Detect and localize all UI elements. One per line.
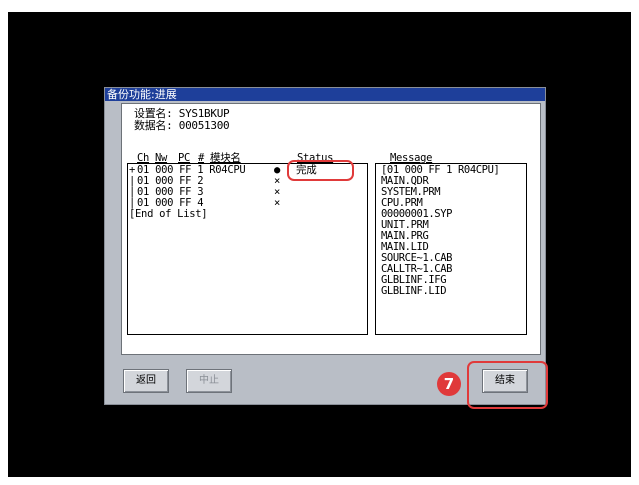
backup-progress-dialog: 备份功能:进展 设置名: SYS1BKUP 数据名: 00051300 Ch N… xyxy=(104,87,546,405)
return-button[interactable]: 返回 xyxy=(123,369,169,393)
data-name-row: 数据名: 00051300 xyxy=(134,119,230,132)
step-number-badge: 7 xyxy=(437,372,461,396)
end-of-list-text: [End of List] xyxy=(129,208,208,220)
data-name-label: 数据名: xyxy=(134,119,173,132)
status-pending-icon: × xyxy=(273,197,281,209)
data-name-value: 00051300 xyxy=(178,119,230,132)
message-line: GLBLINF.LID xyxy=(381,285,447,297)
content-panel: 设置名: SYS1BKUP 数据名: 00051300 Ch Nw PC # 模… xyxy=(121,103,541,355)
end-button-highlight xyxy=(467,361,548,409)
stop-button[interactable]: 中止 xyxy=(186,369,232,393)
message-list[interactable]: [01 000 FF 1 R04CPU] MAIN.QDR SYSTEM.PRM… xyxy=(375,163,527,335)
status-highlight xyxy=(287,160,354,181)
dialog-title: 备份功能:进展 xyxy=(105,88,545,101)
module-list[interactable]: + 01 000 FF 1 R04CPU ● 完成 | 01 000 FF 2 … xyxy=(127,163,368,335)
